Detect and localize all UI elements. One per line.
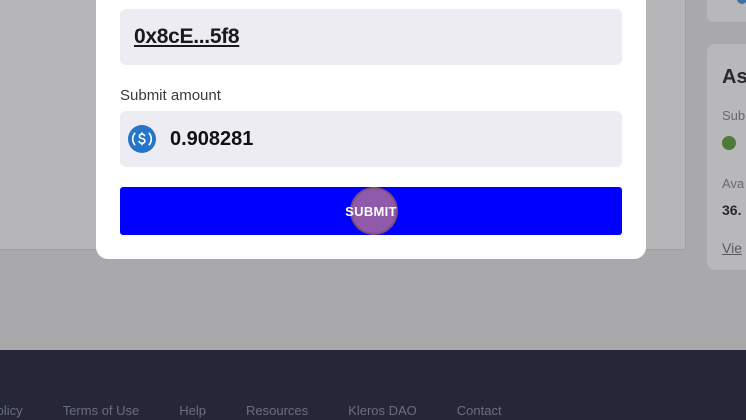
- footer-link-contact[interactable]: Contact: [457, 403, 502, 418]
- background-card-view-link: Vie: [722, 240, 742, 256]
- background-coin-icon: [722, 136, 736, 150]
- footer-link-policy[interactable]: Policy: [0, 403, 23, 418]
- submit-button-label: SUBMIT: [345, 203, 397, 219]
- address-link[interactable]: 0x8cE...5f8: [134, 25, 240, 49]
- background-asset-card: As Sub Ava 36. Vie: [707, 44, 746, 270]
- background-card-label-available: Ava: [722, 176, 745, 191]
- background-card-value: 36.: [722, 202, 742, 218]
- footer-link-terms[interactable]: Terms of Use: [63, 403, 140, 418]
- background-card-top: [707, 0, 746, 22]
- address-field: 0x8cE...5f8: [120, 9, 622, 65]
- amount-field[interactable]: [120, 111, 622, 167]
- usdc-icon: [128, 125, 156, 153]
- background-card-title: As: [722, 66, 746, 88]
- background-status-dot: [737, 0, 746, 4]
- footer-link-kleros-dao[interactable]: Kleros DAO: [348, 403, 417, 418]
- background-card-label-submitted: Sub: [722, 108, 746, 123]
- footer-links: Policy Terms of Use Help Resources Klero…: [0, 403, 542, 418]
- submit-button[interactable]: SUBMIT: [120, 187, 622, 235]
- amount-label: Submit amount: [120, 87, 221, 104]
- amount-input[interactable]: [170, 126, 600, 152]
- submit-modal: 0x8cE...5f8 Submit amount SUBMIT: [96, 0, 646, 259]
- footer: Policy Terms of Use Help Resources Klero…: [0, 350, 746, 420]
- footer-link-help[interactable]: Help: [179, 403, 206, 418]
- footer-link-resources[interactable]: Resources: [246, 403, 308, 418]
